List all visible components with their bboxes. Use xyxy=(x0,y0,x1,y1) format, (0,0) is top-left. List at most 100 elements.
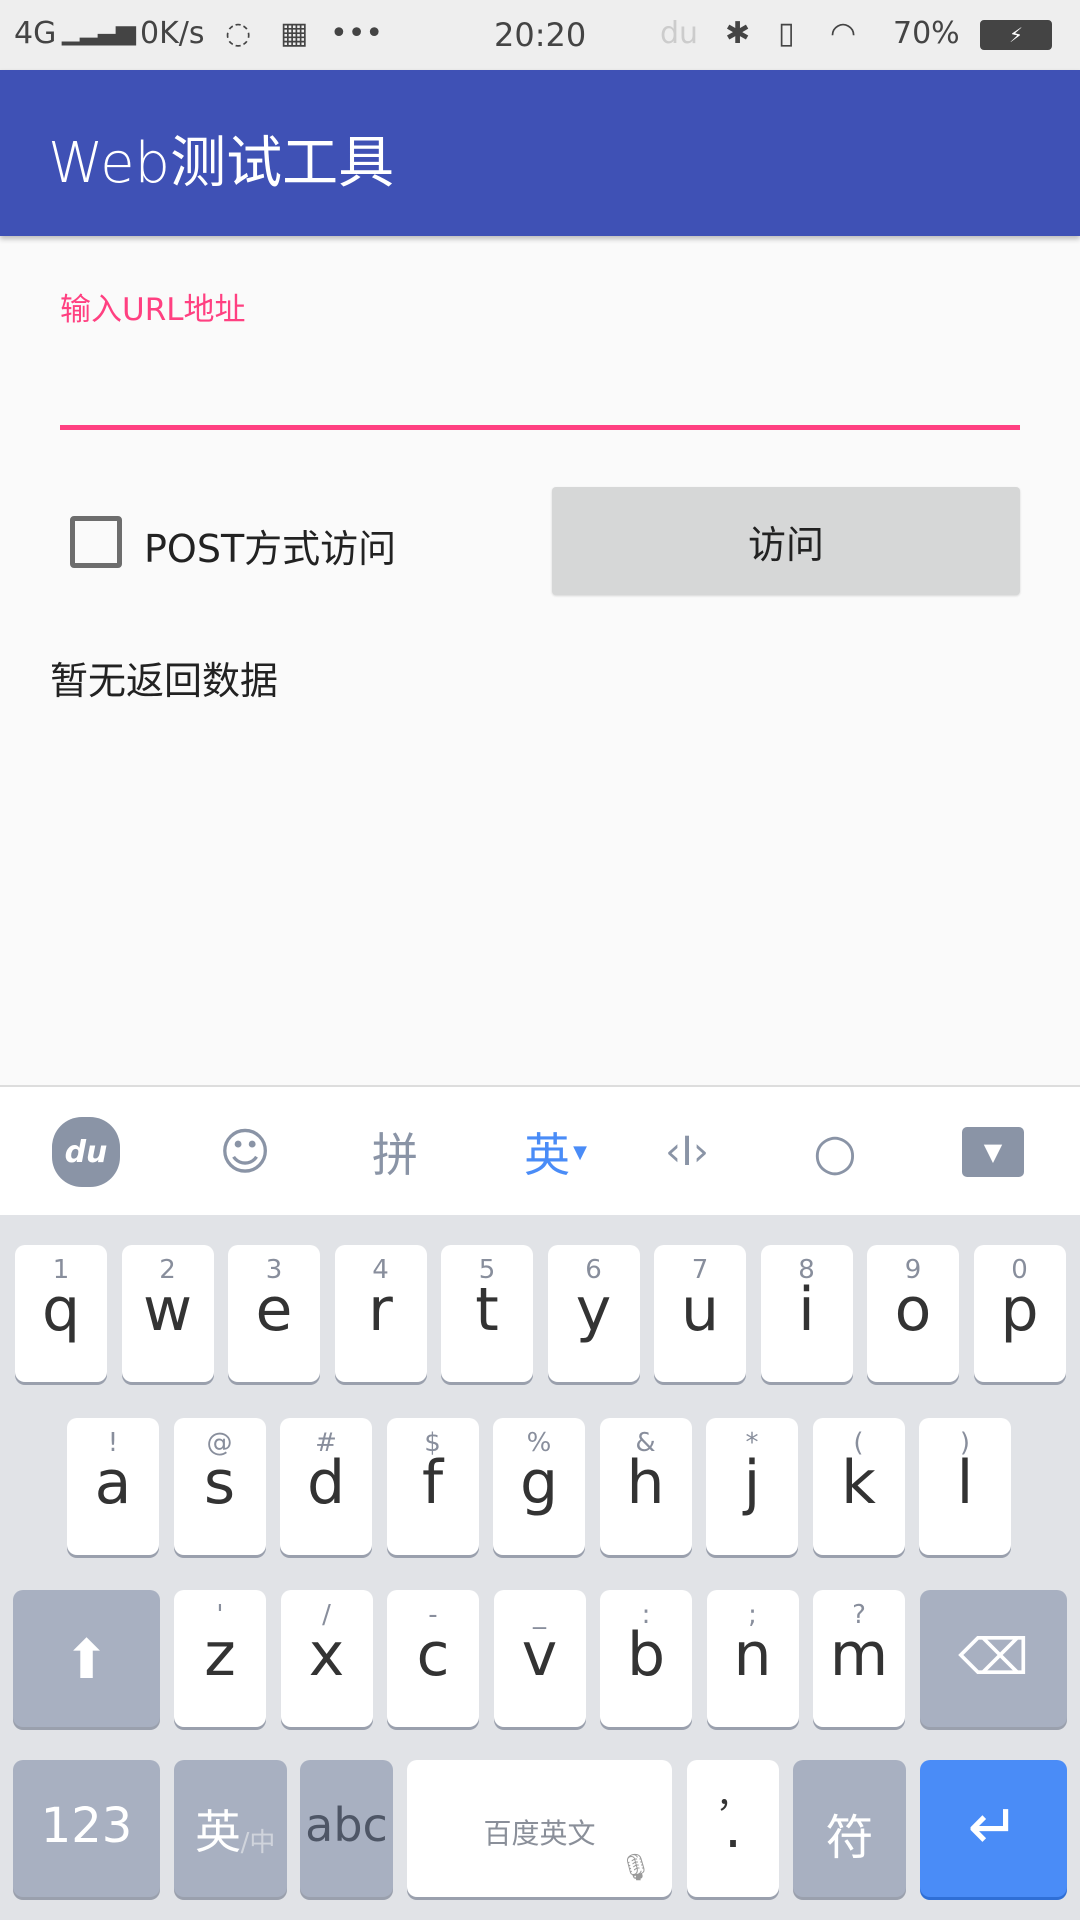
key-label: 符 xyxy=(825,1810,874,1866)
key-label: j xyxy=(743,1448,761,1518)
cursor-move-icon[interactable]: ‹I› xyxy=(652,1117,722,1187)
key-label: l xyxy=(956,1448,974,1518)
battery-percent: 70% xyxy=(893,16,960,51)
key-label: c xyxy=(416,1620,450,1690)
hide-keyboard-icon[interactable]: ▼ xyxy=(962,1127,1024,1177)
key-b[interactable]: :b xyxy=(600,1590,692,1727)
key-label: q xyxy=(41,1275,81,1345)
battery-charging-icon: ⚡ xyxy=(980,20,1052,50)
key-p[interactable]: 0p xyxy=(973,1245,1066,1382)
signal-icon: ▁▂▃▅ xyxy=(62,16,136,46)
backspace-key[interactable]: ⌫ xyxy=(920,1590,1067,1727)
key-label: 123 xyxy=(40,1798,133,1854)
search-icon[interactable]: ○ xyxy=(800,1117,870,1187)
key-label: /中 xyxy=(240,1828,276,1858)
key-l[interactable]: ) l xyxy=(919,1418,1011,1555)
bluetooth-icon: ✱ xyxy=(725,16,751,51)
microphone-icon: 🎙 xyxy=(618,1853,652,1883)
key-label: u xyxy=(680,1275,720,1345)
key-t[interactable]: 5t xyxy=(441,1245,533,1382)
key-o[interactable]: 9o xyxy=(867,1245,959,1382)
abc-key[interactable]: abc xyxy=(300,1760,393,1897)
key-label: p xyxy=(1000,1275,1039,1345)
space-key[interactable]: 百度英文 🎙 xyxy=(407,1760,672,1897)
clock: 20:20 xyxy=(494,16,587,54)
key-label: 百度英文 xyxy=(483,1817,596,1850)
symbols-key[interactable]: 符 xyxy=(793,1760,906,1897)
key-label: h xyxy=(626,1448,665,1518)
enter-icon: ↵ xyxy=(967,1790,1020,1863)
key-s[interactable]: @ s xyxy=(173,1418,266,1555)
emoji-icon[interactable]: ☺ xyxy=(210,1117,280,1187)
wifi-icon: ◠ xyxy=(830,16,857,51)
key-d[interactable]: # d xyxy=(280,1418,372,1555)
key-label: t xyxy=(475,1275,499,1345)
shift-icon: ⬆ xyxy=(63,1628,110,1691)
key-label: v xyxy=(521,1620,558,1690)
key-label: k xyxy=(841,1448,876,1518)
key-label: a xyxy=(94,1448,132,1518)
key-x[interactable]: / x xyxy=(280,1590,373,1727)
key-label: z xyxy=(204,1620,236,1690)
language-switch-key[interactable]: 英/中 xyxy=(174,1760,287,1897)
key-z[interactable]: ' z xyxy=(174,1590,266,1727)
key-label: f xyxy=(421,1448,444,1518)
key-f[interactable]: $ f xyxy=(386,1418,479,1555)
qq-icon: ◌ xyxy=(225,16,252,51)
key-h[interactable]: & h xyxy=(599,1418,692,1555)
key-label: e xyxy=(255,1275,293,1345)
network-type: 4G xyxy=(14,16,57,51)
keyboard-notification-icon: ▦ xyxy=(280,16,309,51)
key-g[interactable]: % g xyxy=(493,1418,585,1555)
url-input[interactable] xyxy=(60,360,1020,430)
url-field-label: 输入URL地址 xyxy=(60,292,246,328)
key-q[interactable]: 1q xyxy=(15,1245,107,1382)
shift-key[interactable]: ⬆ xyxy=(13,1590,160,1727)
key-label: g xyxy=(519,1448,559,1518)
key-label: d xyxy=(306,1448,346,1518)
key-label: o xyxy=(894,1275,932,1345)
key-label: b xyxy=(626,1620,666,1690)
vibrate-icon: ▯ xyxy=(778,16,795,51)
keyboard: 1 q 2 w 3 e 4 r 5 t 6 y 7 u 8 i 9 o 0 p ! a @ s # d $ f% g & h * j(k) l ' z… xyxy=(0,1215,1080,1920)
visit-button[interactable]: 访问 xyxy=(552,487,1020,595)
key-label: w xyxy=(142,1275,193,1345)
chevron-down-icon: ▼ xyxy=(573,1141,587,1163)
pinyin-button[interactable]: 拼 xyxy=(360,1117,430,1187)
key-label: abc xyxy=(305,1798,388,1852)
enter-key[interactable]: ↵ xyxy=(920,1760,1067,1897)
baidu-icon: du xyxy=(660,16,699,51)
post-checkbox[interactable] xyxy=(70,516,122,568)
baidu-logo-icon[interactable]: du xyxy=(52,1117,120,1187)
numbers-key[interactable]: 123 xyxy=(13,1760,160,1897)
key-label: s xyxy=(203,1448,236,1518)
key-v[interactable]: _ v xyxy=(493,1590,586,1727)
comma-period-key[interactable]: ，. xyxy=(687,1760,779,1897)
key-label: y xyxy=(575,1275,612,1345)
key-i[interactable]: 8i xyxy=(760,1245,853,1382)
key-k[interactable]: (k xyxy=(812,1418,905,1555)
status-bar: 4G ▁▂▃▅ 0K/s ◌ ▦ ••• 20:20 du ✱ ▯ ◠ 70% … xyxy=(0,0,1080,70)
keyboard-toolbar: du ☺ 拼 英 ▼ ‹I› ○ ▼ xyxy=(0,1085,1080,1215)
key-label: . xyxy=(724,1796,742,1861)
post-checkbox-label[interactable]: POST方式访问 xyxy=(144,518,396,573)
key-e[interactable]: 3e xyxy=(228,1245,320,1382)
key-label: n xyxy=(733,1620,772,1690)
key-j[interactable]: * j xyxy=(706,1418,798,1555)
more-icon: ••• xyxy=(330,16,384,51)
backspace-icon: ⌫ xyxy=(958,1628,1029,1686)
key-u[interactable]: 7u xyxy=(654,1245,746,1382)
key-a[interactable]: ! a xyxy=(67,1418,159,1555)
key-y[interactable]: 6y xyxy=(547,1245,640,1382)
key-m[interactable]: ? m xyxy=(813,1590,905,1727)
key-c[interactable]: -c xyxy=(387,1590,479,1727)
key-label: m xyxy=(829,1620,889,1690)
network-speed: 0K/s xyxy=(140,16,205,51)
key-n[interactable]: ; n xyxy=(706,1590,799,1727)
app-bar: Web测试工具 xyxy=(0,70,1080,236)
key-label: i xyxy=(798,1275,815,1345)
key-label: x xyxy=(308,1620,345,1690)
key-w[interactable]: 2w xyxy=(121,1245,214,1382)
key-r[interactable]: 4r xyxy=(334,1245,427,1382)
result-text: 暂无返回数据 xyxy=(50,659,279,703)
